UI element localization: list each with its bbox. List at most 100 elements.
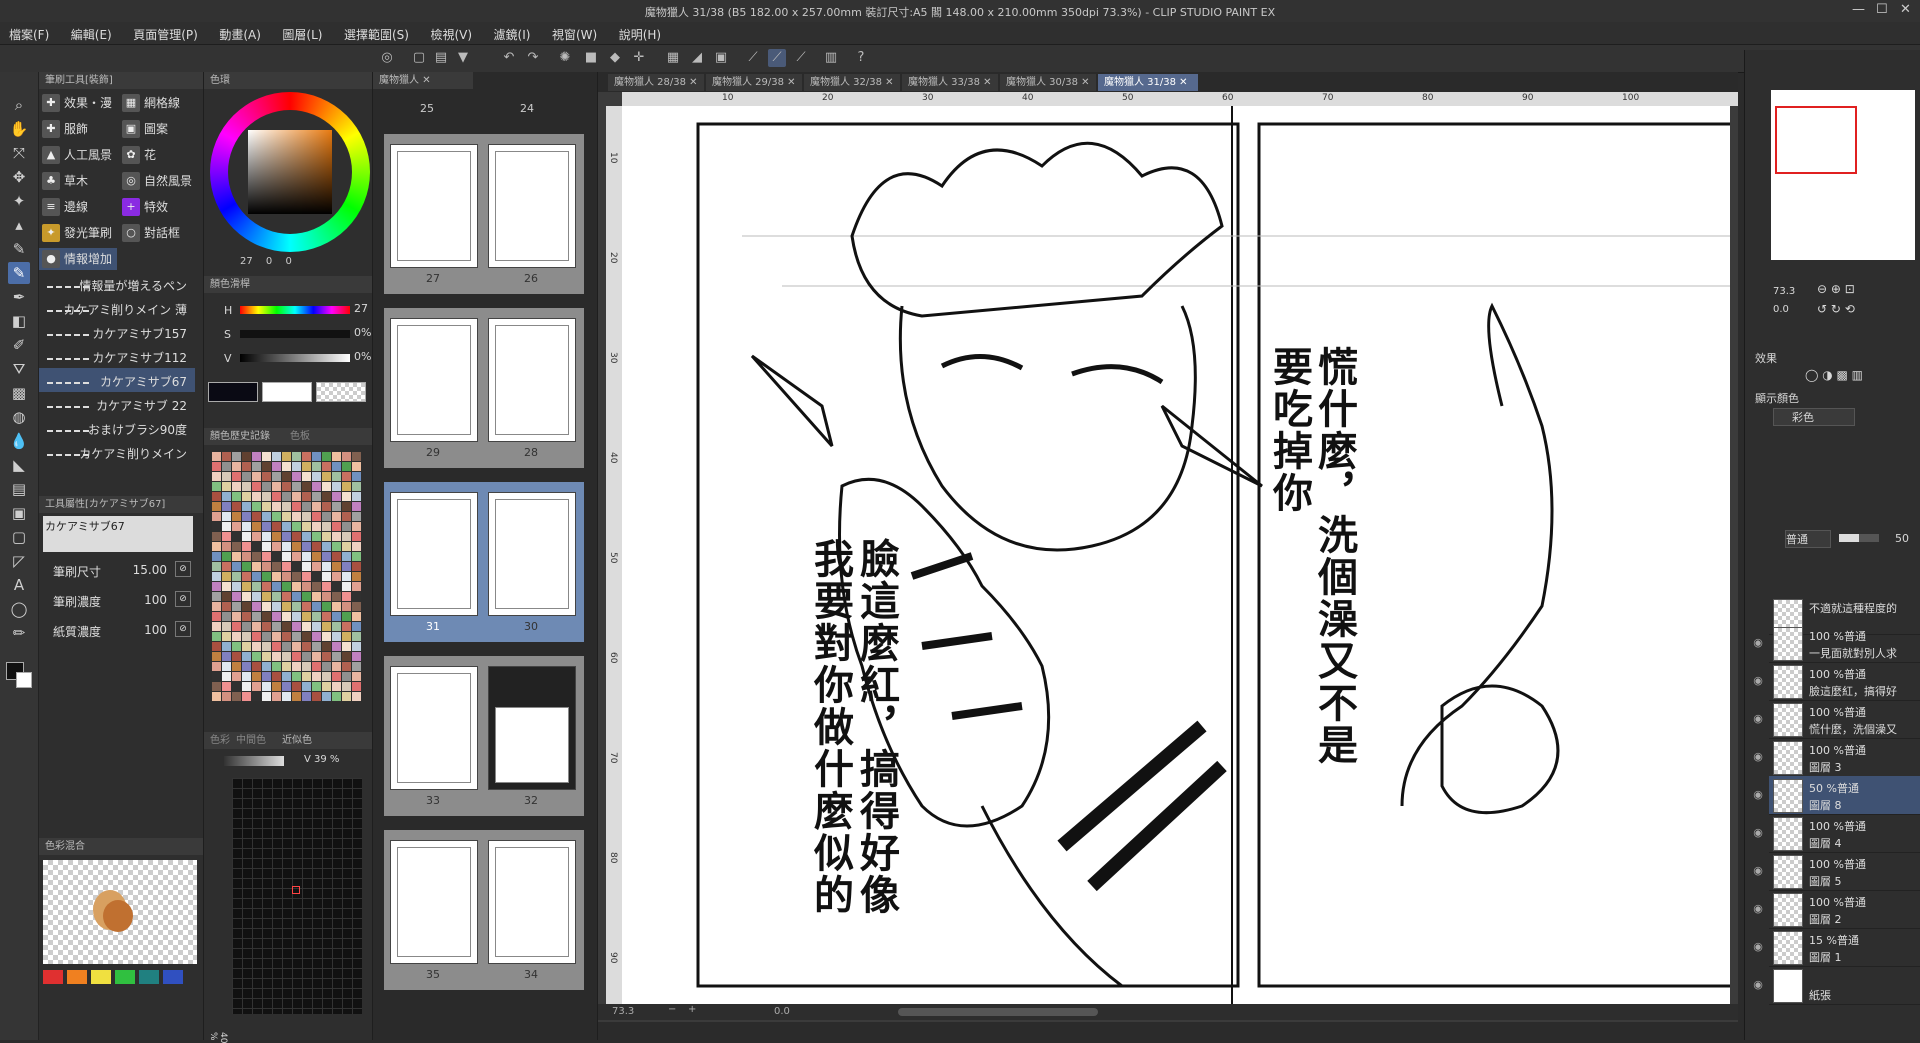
palette-swatch[interactable]	[262, 462, 271, 471]
palette-swatch[interactable]	[312, 692, 321, 701]
brush-tool-icon[interactable]: ✎	[8, 262, 30, 284]
palette-swatch[interactable]	[332, 462, 341, 471]
palette-swatch[interactable]	[272, 572, 281, 581]
palette-swatch[interactable]	[222, 462, 231, 471]
palette-swatch[interactable]	[272, 532, 281, 541]
eye-icon[interactable]: ◉	[1751, 750, 1765, 764]
palette-swatch[interactable]	[342, 642, 351, 651]
palette-swatch[interactable]	[352, 522, 361, 531]
palette-swatch[interactable]	[262, 532, 271, 541]
palette-swatch[interactable]	[302, 472, 311, 481]
palette-swatch[interactable]	[212, 632, 221, 641]
menu-animation[interactable]: 動畫(A)	[210, 22, 270, 43]
palette-swatch[interactable]	[232, 542, 241, 551]
palette-swatch[interactable]	[212, 642, 221, 651]
palette-swatch[interactable]	[342, 532, 351, 541]
palette-swatch[interactable]	[222, 542, 231, 551]
effect-icons[interactable]: ◯ ◑ ▩ ▥	[1805, 368, 1863, 382]
palette-swatch[interactable]	[242, 692, 251, 701]
palette-swatch[interactable]	[332, 492, 341, 501]
loading-icon[interactable]: ✺	[556, 49, 574, 67]
brush-item[interactable]: カケアミサブ 22	[39, 392, 195, 416]
auto-select-icon[interactable]: ✦	[8, 190, 30, 212]
sat-value[interactable]: 0%	[354, 326, 371, 339]
subtool-balloon[interactable]: ○ 對話框	[119, 222, 197, 244]
palette-swatch[interactable]	[302, 602, 311, 611]
palette-swatch[interactable]	[212, 512, 221, 521]
palette-swatch[interactable]	[242, 622, 251, 631]
val-value[interactable]: 0%	[354, 350, 371, 363]
palette-swatch[interactable]	[352, 692, 361, 701]
sub-color-swatch[interactable]	[16, 672, 32, 688]
subtool-plants[interactable]: ♣ 草木	[39, 170, 117, 192]
ruler-icon[interactable]: ◸	[8, 550, 30, 572]
palette-swatch[interactable]	[242, 562, 251, 571]
palette-swatch[interactable]	[262, 572, 271, 581]
palette-swatch[interactable]	[302, 572, 311, 581]
palette-swatch[interactable]	[302, 662, 311, 671]
layer-row[interactable]: ◉ 100 %普通 一見面就對別人求	[1753, 624, 1920, 663]
zoom-readout[interactable]: 73.3	[612, 1006, 634, 1017]
palette-swatch[interactable]	[252, 682, 261, 691]
palette-swatch[interactable]	[252, 612, 261, 621]
opacity-value[interactable]: 50	[1895, 532, 1909, 545]
palette-swatch[interactable]	[292, 462, 301, 471]
subtool-border[interactable]: ≡ 邊線	[39, 196, 117, 218]
palette-swatch[interactable]	[302, 552, 311, 561]
palette-swatch[interactable]	[322, 482, 331, 491]
menu-selection[interactable]: 選擇範圍(S)	[335, 22, 418, 43]
palette-swatch[interactable]	[332, 682, 341, 691]
palette-swatch[interactable]	[272, 692, 281, 701]
palette-swatch[interactable]	[302, 672, 311, 681]
palette-swatch[interactable]	[302, 482, 311, 491]
eye-icon[interactable]: ◉	[1751, 940, 1765, 954]
palette-swatch[interactable]	[242, 452, 251, 461]
palette-swatch[interactable]	[342, 492, 351, 501]
palette-swatch[interactable]	[302, 622, 311, 631]
palette-swatch[interactable]	[282, 622, 291, 631]
page-thumbnail[interactable]	[390, 144, 478, 268]
palette-swatch[interactable]	[272, 462, 281, 471]
palette-swatch[interactable]	[262, 552, 271, 561]
palette-swatch[interactable]	[282, 642, 291, 651]
palette-swatch[interactable]	[242, 552, 251, 561]
subtool-mesh[interactable]: ▦ 網格線	[119, 92, 197, 114]
palette-swatch[interactable]	[352, 612, 361, 621]
page-thumbnail[interactable]	[488, 318, 576, 442]
palette-swatch[interactable]	[342, 472, 351, 481]
minimize-button[interactable]: —	[1852, 2, 1865, 17]
palette-swatch[interactable]	[282, 582, 291, 591]
palette-swatch[interactable]	[272, 542, 281, 551]
subtool-fx[interactable]: + 特效	[119, 196, 197, 218]
swatch-orange[interactable]	[67, 970, 87, 984]
palette-swatch[interactable]	[272, 452, 281, 461]
eye-icon[interactable]: ◉	[1751, 712, 1765, 726]
palette-swatch[interactable]	[332, 472, 341, 481]
palette-swatch[interactable]	[212, 562, 221, 571]
palette-swatch[interactable]	[252, 572, 261, 581]
palette-swatch[interactable]	[222, 482, 231, 491]
palette-swatch[interactable]	[312, 612, 321, 621]
palette-swatch[interactable]	[212, 692, 221, 701]
menu-layer[interactable]: 圖層(L)	[273, 22, 331, 43]
palette-swatch[interactable]	[292, 652, 301, 661]
palette-swatch[interactable]	[282, 652, 291, 661]
palette-swatch[interactable]	[242, 462, 251, 471]
palette-swatch[interactable]	[292, 512, 301, 521]
palette-swatch[interactable]	[282, 532, 291, 541]
palette-swatch[interactable]	[342, 482, 351, 491]
palette-swatch[interactable]	[262, 672, 271, 681]
palette-swatch[interactable]	[332, 542, 341, 551]
line-correct-icon[interactable]: ✏	[8, 622, 30, 644]
palette-swatch[interactable]	[232, 502, 241, 511]
eye-icon[interactable]: ◉	[1751, 674, 1765, 688]
layer-row-selected[interactable]: ◉ 50 %普通 圖層 8	[1753, 776, 1920, 815]
palette-swatch[interactable]	[222, 692, 231, 701]
swatch-green[interactable]	[115, 970, 135, 984]
palette-swatch[interactable]	[212, 522, 221, 531]
manga-page[interactable]: 慌什麼，洗個澡又不是 要吃掉你 臉這麼紅，搞得好像 我要對你做什麼似的	[622, 106, 1730, 1004]
palette-swatch[interactable]	[332, 482, 341, 491]
palette-swatch[interactable]	[232, 522, 241, 531]
palette-swatch[interactable]	[312, 462, 321, 471]
palette-swatch[interactable]	[332, 532, 341, 541]
